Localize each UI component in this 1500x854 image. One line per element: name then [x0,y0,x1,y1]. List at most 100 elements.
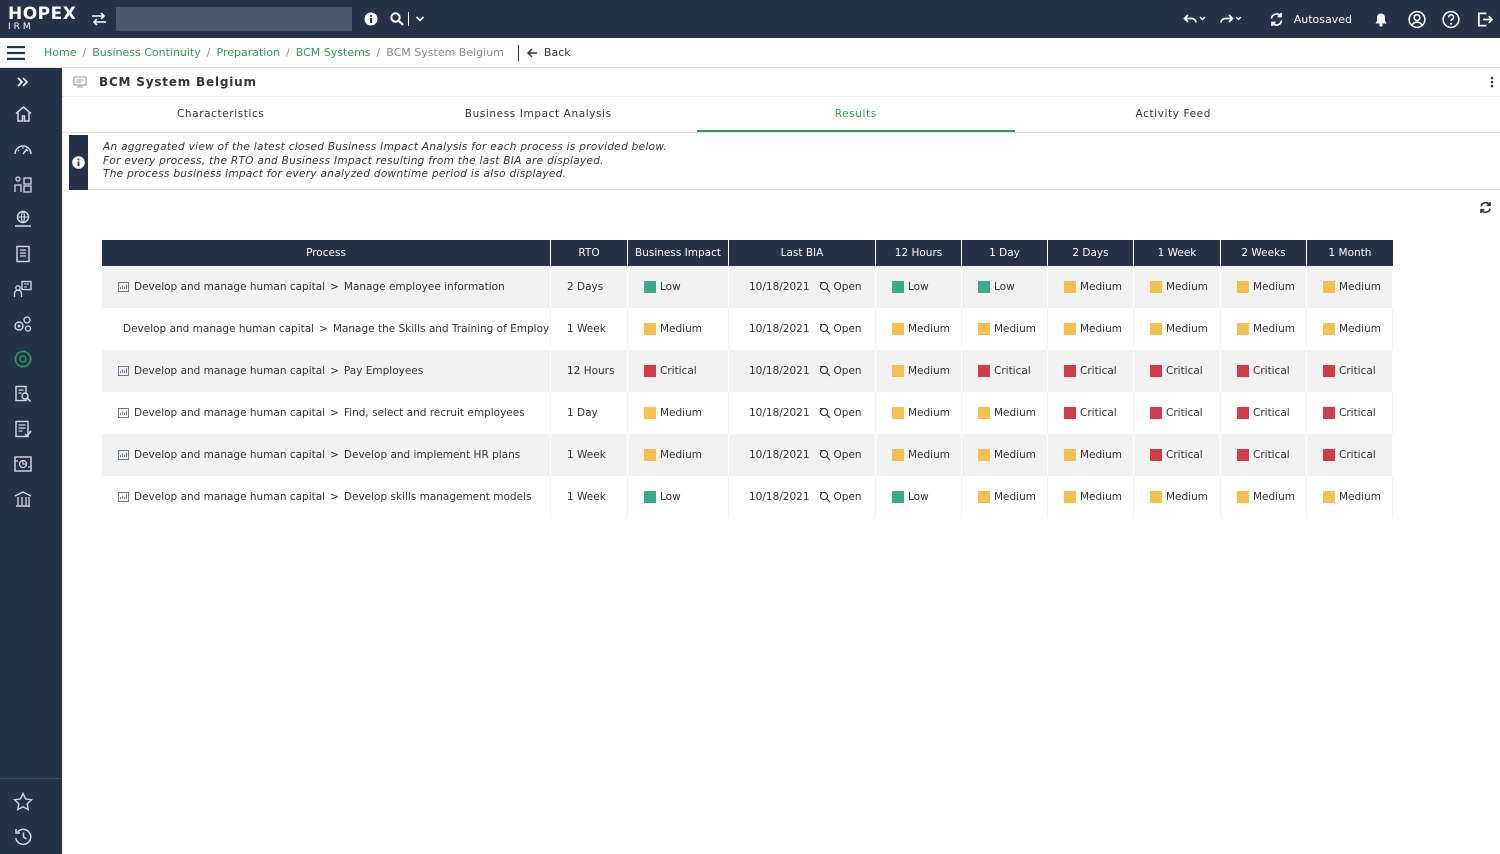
column-header[interactable]: RTO [551,240,628,266]
breadcrumb-home[interactable]: Home [44,46,76,59]
process-icon [118,366,129,376]
open-search-icon [819,407,830,419]
assessment-icon[interactable] [0,271,46,306]
business-impact-cell: Medium [628,392,729,434]
refresh-icon[interactable] [1479,201,1492,214]
open-bia-link[interactable]: Open [819,449,862,461]
column-header[interactable]: Business Impact [628,240,729,266]
column-header[interactable]: 1 Week [1134,240,1221,266]
audit-icon[interactable] [0,376,46,411]
search-icon[interactable] [388,10,406,28]
menu-icon[interactable] [0,38,32,68]
level-indicator [892,491,904,503]
level-indicator [1150,449,1162,461]
downtime-level-cell: Medium [962,434,1048,476]
open-bia-link[interactable]: Open [819,365,862,377]
level-indicator [1064,323,1076,335]
business-impact-cell: Medium [628,308,729,350]
level-indicator [1150,365,1162,377]
open-bia-link[interactable]: Open [819,323,862,335]
table-row[interactable]: Develop and manage human capital > Find, s… [102,392,1393,434]
process-cell: Develop and manage human capital > Pay Emp… [102,350,551,392]
column-header[interactable]: 1 Day [962,240,1048,266]
downtime-level-cell: Medium [1134,476,1221,518]
column-header[interactable]: Last BIA [729,240,876,266]
process-link[interactable]: Develop and manage human capital > Pay Emp… [102,350,550,392]
help-icon[interactable] [1442,10,1460,28]
process-cell: Develop and manage human capital > Manage … [102,308,551,350]
last-bia-date: 10/18/2021 [749,407,810,419]
autosave-status: Autosaved [1293,12,1352,26]
breadcrumb-bcm-systems[interactable]: BCM Systems [296,46,371,59]
swap-icon[interactable] [90,10,108,28]
level-label: Critical [660,365,697,377]
chevron-down-icon[interactable] [411,10,429,28]
column-header[interactable]: 2 Days [1048,240,1134,266]
dashboard-icon[interactable] [0,131,46,166]
column-header[interactable]: 12 Hours [876,240,962,266]
rto-cell: 2 Days [551,266,628,308]
tab-characteristics[interactable]: Characteristics [62,97,380,132]
downtime-level-cell: Medium [962,476,1048,518]
tab-results[interactable]: Results [697,97,1015,132]
sync-icon[interactable] [1268,10,1286,28]
regulation-icon[interactable] [0,481,46,516]
results-table: Process RTO Business Impact Last BIA 12 Hour… [102,240,1393,518]
process-link[interactable]: Develop and manage human capital > Manage … [102,308,550,350]
downtime-level-cell: Medium [1048,308,1134,350]
table-row[interactable]: Develop and manage human capital > Manage … [102,308,1393,350]
process-link[interactable]: Develop and manage human capital > Manage … [102,266,550,308]
report-icon[interactable] [0,446,46,481]
logout-icon[interactable] [1476,10,1494,28]
back-button[interactable]: Back [526,46,571,59]
more-options-icon[interactable] [1490,76,1494,88]
user-account-icon[interactable] [1408,10,1426,28]
organization-icon[interactable] [0,166,46,201]
history-icon[interactable] [0,819,46,854]
downtime-level-cell: Medium [1307,266,1393,308]
info-icon[interactable] [362,10,380,28]
tab-activity-feed[interactable]: Activity Feed [1015,97,1333,132]
redo-icon[interactable] [1218,10,1244,28]
library-icon[interactable] [0,236,46,271]
process-name: Manage employee information [343,281,505,293]
column-header[interactable]: 1 Month [1307,240,1393,266]
open-search-icon [819,281,830,293]
info-line: An aggregated view of the latest closed … [103,141,668,153]
tab-business-impact-analysis[interactable]: Business Impact Analysis [380,97,698,132]
business-continuity-icon[interactable] [0,341,46,376]
level-label: Critical [1253,449,1290,461]
search-input[interactable] [116,7,352,31]
table-row[interactable]: Develop and manage human capital > Pay Emp… [102,350,1393,392]
level-label: Low [994,281,1015,293]
expand-icon[interactable] [0,68,46,96]
open-bia-link[interactable]: Open [819,407,862,419]
open-bia-link[interactable]: Open [819,281,862,293]
process-link[interactable]: Develop and manage human capital > Develop… [102,434,550,476]
column-header[interactable]: Process [102,240,551,266]
undo-icon[interactable] [1182,10,1208,28]
app-logo[interactable]: HOPEX IRM [0,6,80,32]
level-label: Critical [1339,449,1376,461]
table-row[interactable]: Develop and manage human capital > Develop… [102,476,1393,518]
settings-group-icon[interactable] [0,306,46,341]
level-indicator [1064,449,1076,461]
level-indicator [1323,365,1335,377]
process-link[interactable]: Develop and manage human capital > Find, s… [102,392,550,434]
environment-icon[interactable] [0,201,46,236]
process-link[interactable]: Develop and manage human capital > Develop… [102,476,550,518]
checklist-icon[interactable] [0,411,46,446]
favorites-icon[interactable] [0,784,46,819]
home-icon[interactable] [0,96,46,131]
breadcrumb-preparation[interactable]: Preparation [217,46,281,59]
bell-icon[interactable] [1372,10,1390,28]
level-label: Low [908,491,929,503]
level-label: Medium [994,323,1036,335]
column-header[interactable]: 2 Weeks [1221,240,1307,266]
breadcrumb-business-continuity[interactable]: Business Continuity [92,46,201,59]
table-row[interactable]: Develop and manage human capital > Manage … [102,266,1393,308]
level-label: Medium [994,491,1036,503]
open-bia-link[interactable]: Open [819,491,862,503]
downtime-level-cell: Medium [1048,434,1134,476]
table-row[interactable]: Develop and manage human capital > Develop… [102,434,1393,476]
